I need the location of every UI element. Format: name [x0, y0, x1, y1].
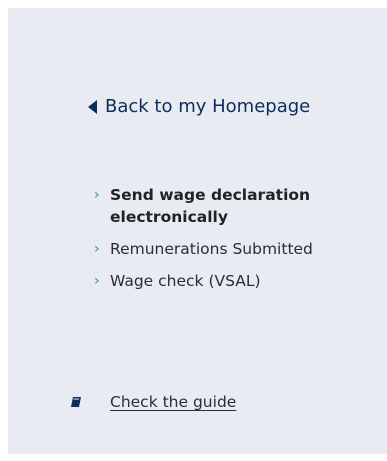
menu-item-label: Remunerations Submitted: [110, 240, 313, 258]
check-guide-link[interactable]: Check the guide: [70, 393, 236, 411]
back-arrow-icon: [88, 99, 97, 114]
check-guide-label: Check the guide: [110, 393, 237, 411]
chevron-right-icon: ›: [94, 187, 100, 203]
book-icon: [71, 397, 81, 407]
menu-item-label: Send wage declaration electronically: [110, 186, 311, 226]
back-to-homepage-link[interactable]: Back to my Homepage: [88, 96, 310, 117]
menu-item-label: Wage check (VSAL): [110, 272, 261, 290]
side-panel: Back to my Homepage › Send wage declarat…: [8, 8, 387, 454]
chevron-right-icon: ›: [94, 241, 100, 257]
menu-item-send-wage-declaration[interactable]: › Send wage declaration electronically: [94, 184, 364, 228]
chevron-right-icon: ›: [94, 273, 100, 289]
menu-item-remunerations-submitted[interactable]: › Remunerations Submitted: [94, 238, 364, 260]
menu-item-wage-check[interactable]: › Wage check (VSAL): [94, 270, 364, 292]
side-menu: › Send wage declaration electronically ›…: [94, 184, 364, 302]
back-link-label: Back to my Homepage: [105, 96, 311, 117]
